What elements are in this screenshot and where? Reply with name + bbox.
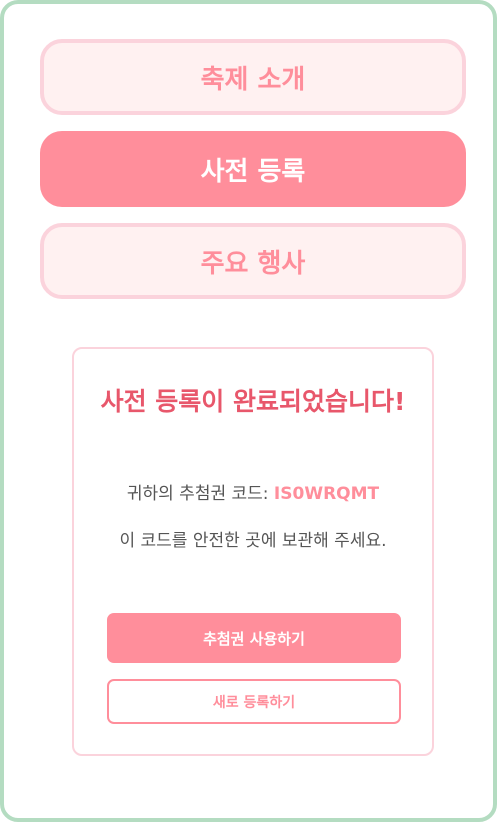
ticket-code-value: IS0WRQMT [273,484,380,504]
use-ticket-button[interactable]: 추첨권 사용하기 [107,613,401,663]
nav-pre-registration-button[interactable]: 사전 등록 [40,131,466,207]
app-frame: 축제 소개 사전 등록 주요 행사 사전 등록이 완료되었습니다! 귀하의 추첨… [0,0,497,822]
storage-note: 이 코드를 안전한 곳에 보관해 주세요. [119,531,387,551]
registration-complete-card: 사전 등록이 완료되었습니다! 귀하의 추첨권 코드: IS0WRQMT 이 코… [72,347,434,756]
ticket-code-line: 귀하의 추첨권 코드: IS0WRQMT [84,483,422,505]
register-again-button[interactable]: 새로 등록하기 [107,679,401,724]
nav-festival-intro-button[interactable]: 축제 소개 [40,39,466,115]
nav-main-events-button[interactable]: 주요 행사 [40,223,466,299]
ticket-code-label: 귀하의 추첨권 코드: [126,484,274,504]
completion-title: 사전 등록이 완료되었습니다! [100,387,406,416]
